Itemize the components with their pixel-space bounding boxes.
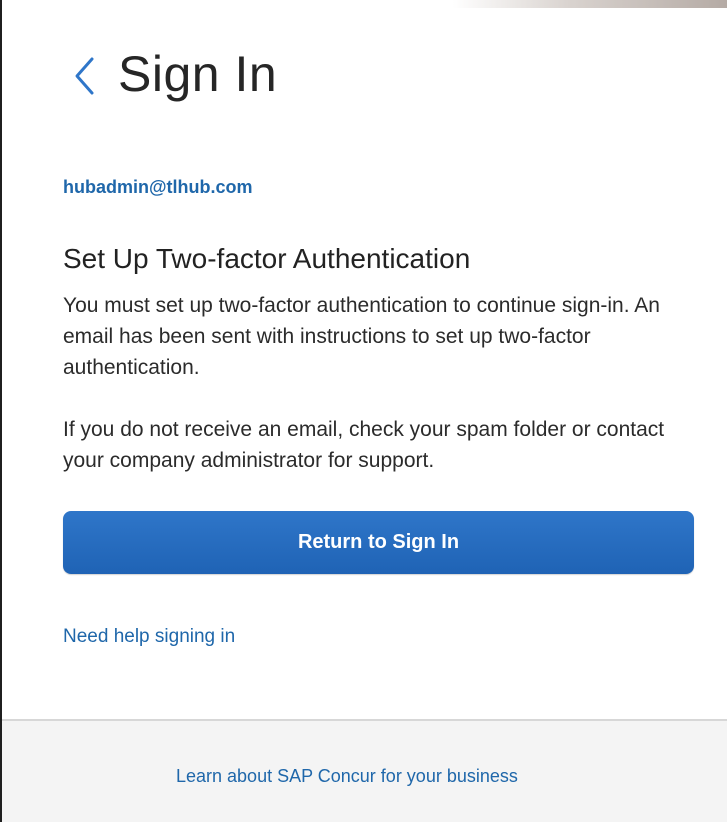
setup-instructions: You must set up two-factor authenticatio…: [63, 294, 660, 379]
sign-in-page: Sign In hubadmin@tlhub.com Set Up Two-fa…: [0, 0, 727, 822]
return-to-sign-in-button[interactable]: Return to Sign In: [63, 511, 694, 574]
need-help-link[interactable]: Need help signing in: [63, 624, 235, 650]
learn-about-sap-concur-link[interactable]: Learn about SAP Concur for your business: [176, 764, 518, 788]
back-button[interactable]: [64, 48, 104, 104]
account-email: hubadmin@tlhub.com: [63, 177, 253, 197]
top-edge-shadow: [2, 0, 727, 8]
support-instructions: If you do not receive an email, check yo…: [63, 418, 665, 472]
chevron-left-icon: [75, 57, 94, 95]
page-title: Sign In: [118, 46, 278, 102]
two-factor-heading: Set Up Two-factor Authentication: [63, 243, 471, 274]
footer: Learn about SAP Concur for your business: [2, 719, 727, 822]
